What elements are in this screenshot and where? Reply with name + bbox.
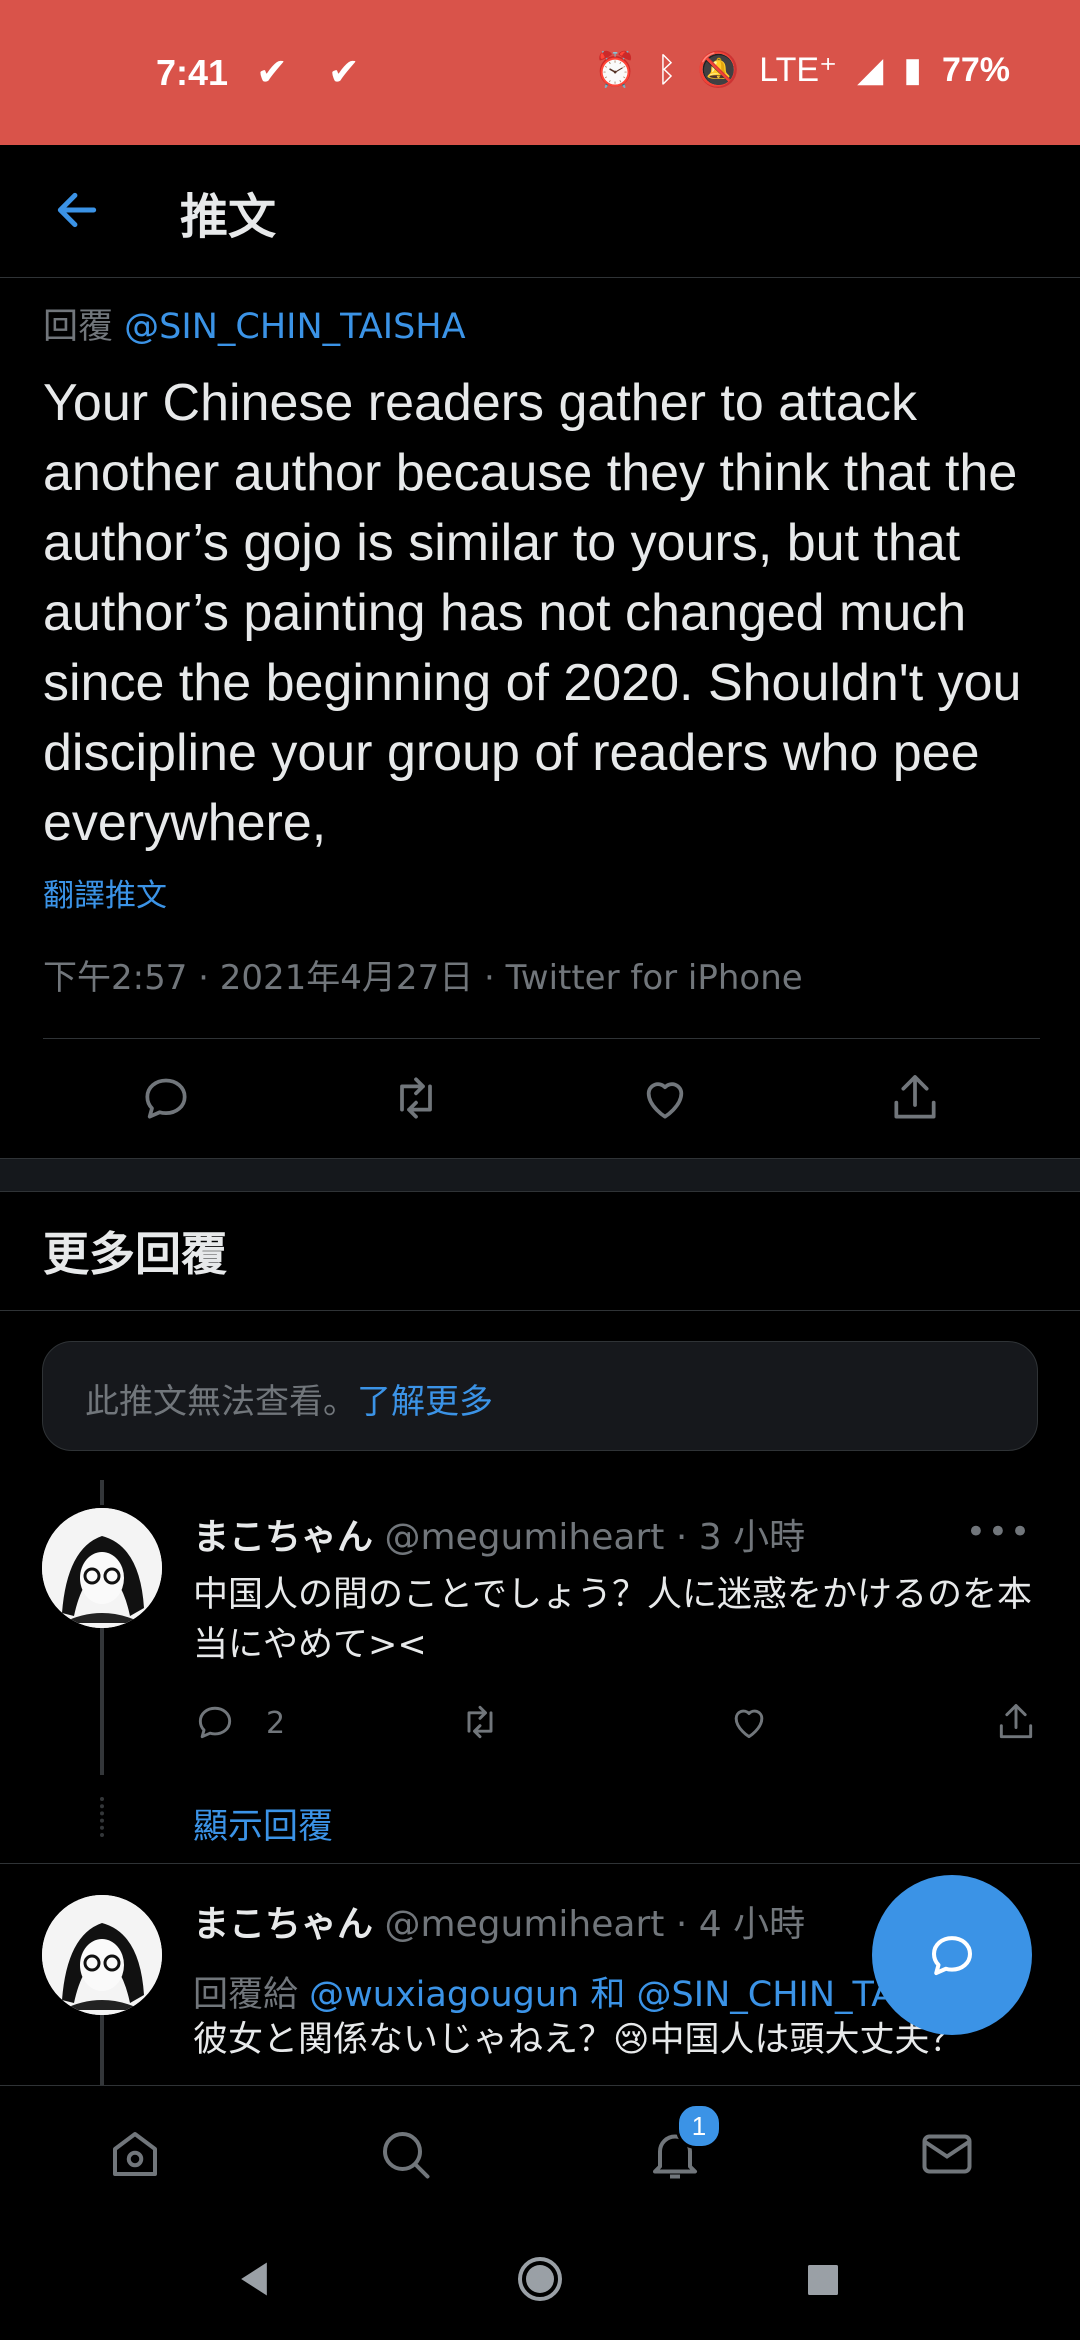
like-icon[interactable] <box>637 1070 693 1126</box>
divider <box>0 1863 1080 1864</box>
messages-mail-icon[interactable] <box>917 2124 977 2184</box>
share-icon[interactable] <box>994 1700 1038 1744</box>
system-recents-icon[interactable] <box>803 2260 843 2300</box>
reply-time: · 3 小時 <box>675 1517 806 1558</box>
more-replies-header: 更多回覆 <box>43 1227 227 1281</box>
notification-badge: 1 <box>676 2103 722 2149</box>
reply-header: まこちゃん @megumiheart · 3 小時 <box>193 1508 805 1560</box>
more-options-icon[interactable]: ••• <box>966 1512 1032 1552</box>
tweet-text: Your Chinese readers gather to attack an… <box>43 374 1022 852</box>
avatar-image <box>42 1895 162 2015</box>
thread-line <box>100 1625 104 1775</box>
translate-tweet-link[interactable]: 翻譯推文 <box>43 870 167 915</box>
reply-text: 中国人の間のことでしょう？人に迷惑をかけるのを本当にやめて>< <box>193 1575 1032 1665</box>
retweet-icon[interactable] <box>388 1070 444 1126</box>
signal-icon: ◢ <box>857 51 884 89</box>
battery-level: 77% <box>941 50 1010 89</box>
unavailable-tweet-notice: 此推文無法查看。了解更多 <box>42 1341 1038 1451</box>
page-title: 推文 <box>180 189 277 245</box>
reply-handle-link[interactable]: @SIN_CHIN_TAI <box>637 1975 906 2015</box>
bluetooth-icon: ᛒ <box>656 50 677 89</box>
search-icon[interactable] <box>375 2124 435 2184</box>
avatar[interactable] <box>42 1895 162 2015</box>
avatar-image <box>42 1508 162 1628</box>
bottom-nav <box>0 2085 1080 2216</box>
mute-icon: 🔕 <box>696 51 740 89</box>
status-icons: ⏰ ᛒ 🔕 LTE⁺ ◢ ▮ 77% <box>594 50 1010 90</box>
reply-prefix: 回覆 <box>43 307 114 347</box>
status-bar: 7:41 ✔ ✔ ⏰ ᛒ 🔕 LTE⁺ ◢ ▮ 77% <box>0 0 1080 145</box>
show-replies-link[interactable]: 顯示回覆 <box>193 1798 333 1849</box>
home-icon[interactable] <box>105 2124 165 2184</box>
back-arrow-icon[interactable] <box>52 185 102 235</box>
divider <box>0 1310 1080 1311</box>
reply-prefix: 回覆給 <box>193 1975 299 2015</box>
learn-more-link[interactable]: 了解更多 <box>357 1382 493 1422</box>
user-handle[interactable]: @megumiheart <box>384 1904 664 1945</box>
network-label: LTE⁺ <box>759 51 838 89</box>
tweet-meta: 下午2:57 · 2021年4月27日 · Twitter for iPhone <box>43 958 803 998</box>
reply-icon[interactable] <box>138 1070 194 1126</box>
avatar[interactable] <box>42 1508 162 1628</box>
system-home-icon[interactable] <box>516 2255 564 2303</box>
chat-bubble-icon <box>931 1936 973 1976</box>
thread-line <box>100 2015 104 2085</box>
reply-header: まこちゃん @megumiheart · 4 小時 <box>193 1895 805 1947</box>
like-icon[interactable] <box>727 1700 771 1744</box>
display-name[interactable]: まこちゃん <box>193 1517 373 1558</box>
reply-time: · 4 小時 <box>675 1904 806 1945</box>
reply-count: 2 <box>266 1706 286 1741</box>
battery-icon: ▮ <box>903 51 922 89</box>
reply-icon[interactable] <box>193 1700 237 1744</box>
top-bar: 推文 <box>0 145 1080 278</box>
alarm-icon: ⏰ <box>594 51 637 89</box>
share-icon[interactable] <box>887 1070 943 1126</box>
reply-handle-link[interactable]: @SIN_CHIN_TAISHA <box>124 307 465 347</box>
reply-and: 和 <box>590 1975 626 2015</box>
thread-line <box>100 1480 104 1505</box>
tweet-actions <box>0 1070 1080 1130</box>
reply-to-line: 回覆 @SIN_CHIN_TAISHA <box>43 298 466 349</box>
status-time: 7:41 <box>156 52 229 93</box>
reply-handle-link[interactable]: @wuxiagougun <box>309 1975 579 2015</box>
compose-reply-button[interactable] <box>872 1875 1032 2035</box>
system-navigation-bar <box>0 2215 1080 2340</box>
system-back-icon[interactable] <box>232 2257 276 2301</box>
unavailable-text: 此推文無法查看。 <box>85 1382 357 1422</box>
section-separator <box>0 1158 1080 1192</box>
display-name[interactable]: まこちゃん <box>193 1904 373 1945</box>
retweet-icon[interactable] <box>458 1700 502 1744</box>
check-icons: ✔ ✔ <box>256 50 374 94</box>
divider <box>43 1038 1040 1039</box>
reply-to-line: 回覆給 @wuxiagougun 和 @SIN_CHIN_TAI <box>193 1966 905 2017</box>
thread-line-dotted <box>100 1797 104 1837</box>
user-handle[interactable]: @megumiheart <box>384 1517 664 1558</box>
